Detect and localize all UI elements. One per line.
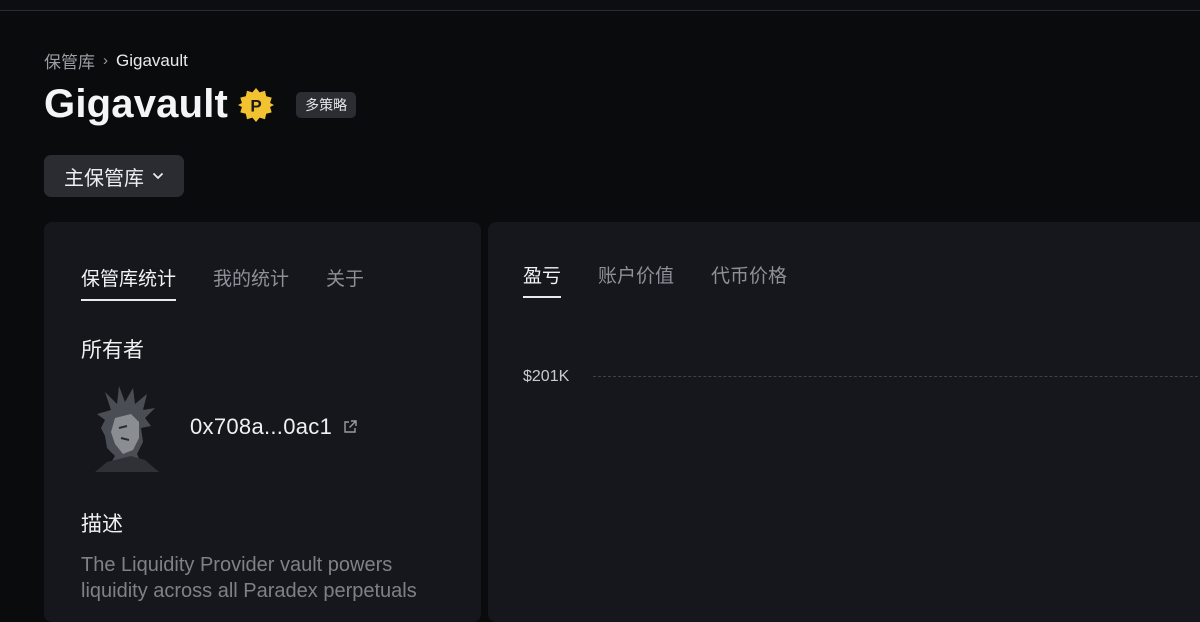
page-title: Gigavault: [44, 82, 229, 126]
verified-p-badge-icon: P: [238, 87, 275, 122]
tab-my-stats[interactable]: 我的统计: [213, 264, 289, 301]
owner-label: 所有者: [81, 339, 144, 362]
chevron-down-icon: [153, 173, 163, 179]
vault-selector-dropdown[interactable]: 主保管库: [44, 155, 184, 197]
owner-address[interactable]: 0x708a...0ac1: [190, 414, 332, 440]
badge-letter: P: [250, 96, 261, 115]
tab-token-price[interactable]: 代币价格: [711, 261, 787, 298]
breadcrumb-vaults-link[interactable]: 保管库: [44, 48, 95, 73]
pnl-chart[interactable]: $201K: [523, 362, 1200, 402]
chart-reference-line: [593, 376, 1200, 377]
left-panel-tabs: 保管库统计 我的统计 关于: [81, 264, 401, 301]
tab-about[interactable]: 关于: [326, 264, 364, 301]
owner-avatar: [81, 382, 173, 474]
vault-selector-value: 主保管库: [64, 167, 144, 190]
vault-stats-panel: 保管库统计 我的统计 关于 所有者 0x708a...0ac1 描述 The L…: [44, 222, 481, 622]
title-row: Gigavault P 多策略: [44, 82, 357, 127]
top-bar: [0, 0, 1200, 11]
tab-account-value[interactable]: 账户价值: [598, 261, 674, 298]
breadcrumb-current: Gigavault: [116, 50, 188, 70]
tab-vault-stats[interactable]: 保管库统计: [81, 264, 177, 301]
description-label: 描述: [81, 513, 123, 536]
chart-panel: 盈亏 账户价值 代币价格 $201K: [488, 222, 1200, 622]
breadcrumb-chevron-icon: ›: [103, 52, 108, 69]
strategy-tag: 多策略: [296, 91, 357, 118]
chart-tabs: 盈亏 账户价值 代币价格: [523, 261, 824, 298]
external-link-icon[interactable]: [342, 419, 358, 435]
tab-pnl[interactable]: 盈亏: [523, 261, 562, 298]
y-axis-max-label: $201K: [523, 368, 570, 385]
breadcrumb: 保管库 › Gigavault: [44, 48, 188, 73]
owner-address-row: 0x708a...0ac1: [190, 414, 358, 440]
description-text: The Liquidity Provider vault powers liqu…: [81, 554, 417, 602]
